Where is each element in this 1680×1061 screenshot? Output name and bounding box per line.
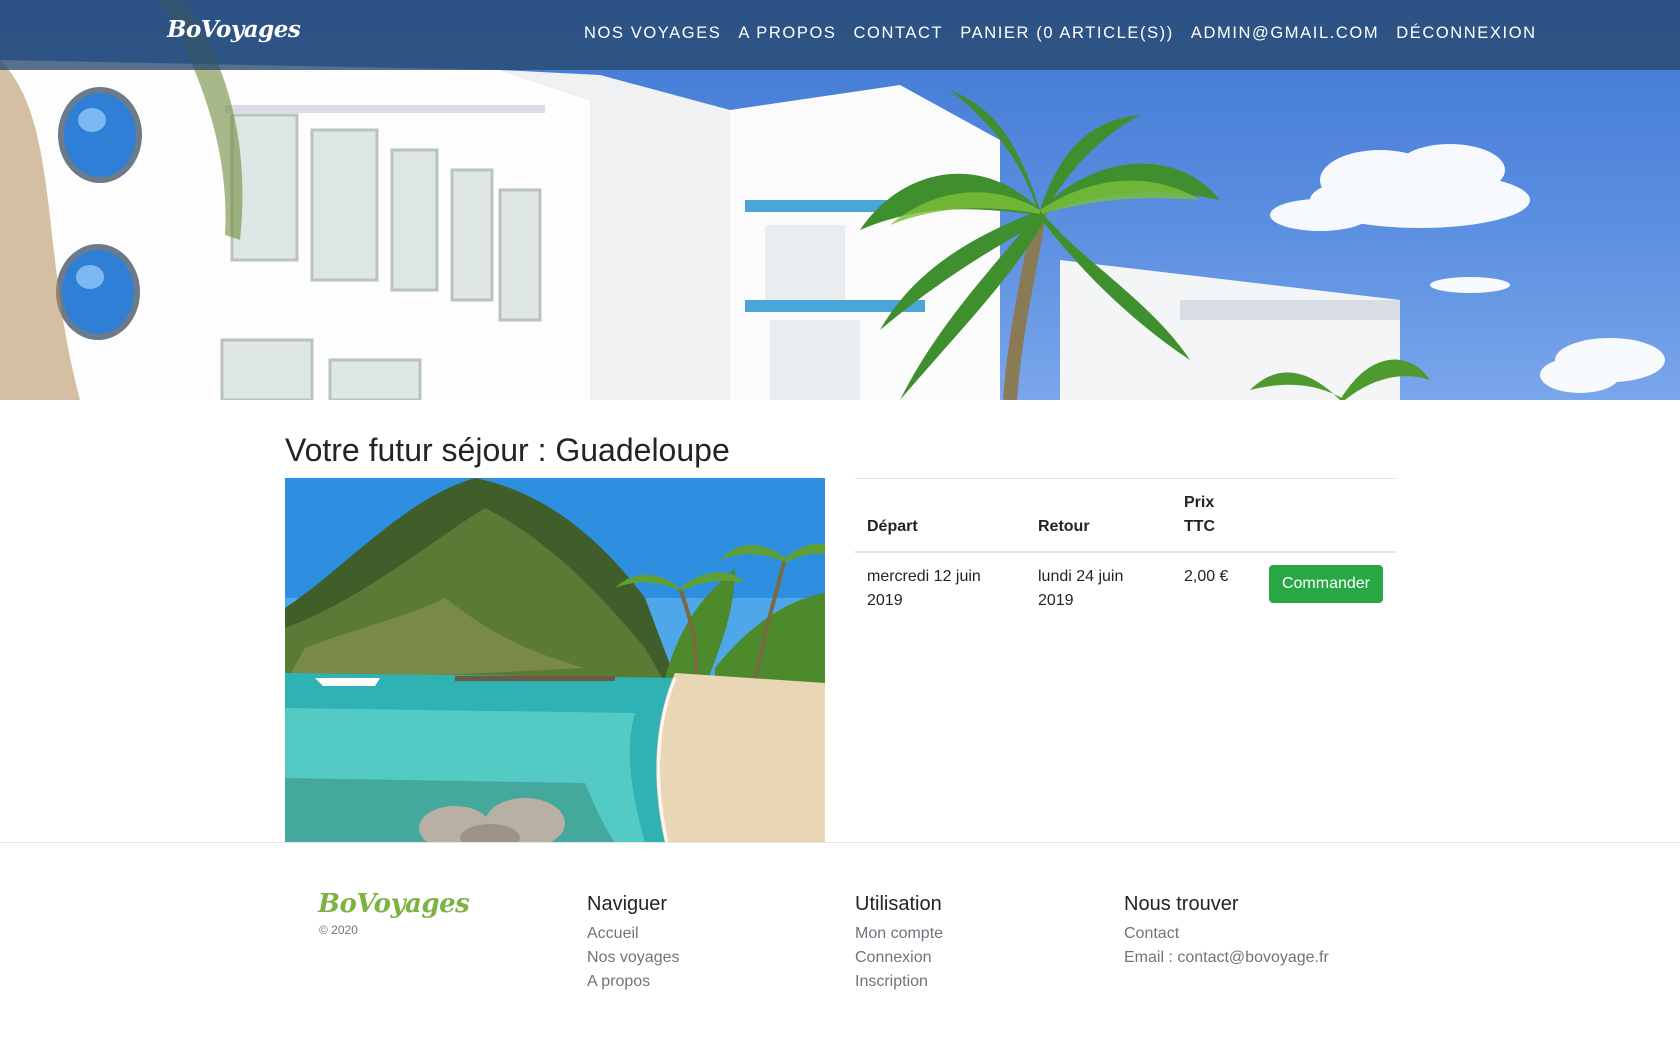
cell-prix: 2,00 € <box>1183 568 1229 585</box>
footer-heading-utilisation: Utilisation <box>855 893 942 915</box>
col-header-action <box>1256 478 1395 553</box>
commander-button[interactable]: Commander <box>1268 565 1383 603</box>
footer-link-a-propos[interactable]: A propos <box>587 970 680 994</box>
footer-link-contact[interactable]: Contact <box>1124 922 1329 946</box>
cell-action: Commander <box>1257 552 1395 625</box>
table-row: mercredi 12 juin 2019 lundi 24 juin 2019… <box>855 552 1395 625</box>
footer-heading-naviguer: Naviguer <box>587 893 668 915</box>
nav-account-email[interactable]: admin@gmail.com <box>1191 24 1379 43</box>
nav-a-propos[interactable]: A propos <box>738 24 836 43</box>
footer-copyright: © 2020 <box>319 923 358 937</box>
footer-link-connexion[interactable]: Connexion <box>855 946 943 970</box>
nav-nos-voyages[interactable]: Nos voyages <box>584 24 721 43</box>
footer-link-mon-compte[interactable]: Mon compte <box>855 922 943 946</box>
footer-link-email[interactable]: Email : contact@bovoyage.fr <box>1124 946 1329 970</box>
navbar: BoVoyages Nos voyages A propos Contact P… <box>0 0 1680 70</box>
table-header-row: Départ Retour Prix TTC <box>855 478 1395 553</box>
footer-brand: BoVoyages <box>318 889 470 919</box>
destination-photo <box>285 478 825 843</box>
nav-links: Nos voyages A propos Contact Panier (0 a… <box>584 24 1537 43</box>
nav-deconnexion[interactable]: Déconnexion <box>1396 24 1536 43</box>
brand-logo[interactable]: BoVoyages <box>167 16 301 43</box>
col-header-retour: Retour <box>1025 478 1172 553</box>
footer: BoVoyages © 2020 Naviguer Accueil Nos vo… <box>0 842 1680 1061</box>
nav-panier[interactable]: Panier (0 article(s)) <box>960 24 1174 43</box>
cell-depart: mercredi 12 juin 2019 <box>867 568 981 609</box>
nav-contact[interactable]: Contact <box>854 24 944 43</box>
page-title: Votre futur séjour : Guadeloupe <box>285 432 730 468</box>
footer-col-utilisation: Utilisation Mon compte Connexion Inscrip… <box>855 893 943 994</box>
footer-col-nous-trouver: Nous trouver Contact Email : contact@bov… <box>1124 893 1329 970</box>
col-header-depart: Départ <box>855 478 1026 553</box>
hero-banner: BoVoyages Nos voyages A propos Contact P… <box>0 0 1680 400</box>
col-header-prix-label: Prix TTC <box>1183 494 1216 535</box>
col-header-prix: Prix TTC <box>1171 478 1257 553</box>
cell-retour: lundi 24 juin 2019 <box>1037 568 1124 609</box>
footer-heading-nous-trouver: Nous trouver <box>1124 893 1239 915</box>
footer-link-nos-voyages[interactable]: Nos voyages <box>587 946 680 970</box>
footer-col-naviguer: Naviguer Accueil Nos voyages A propos <box>587 893 680 994</box>
trips-table: Départ Retour Prix TTC mercredi 12 juin … <box>855 478 1395 625</box>
footer-link-inscription[interactable]: Inscription <box>855 970 943 994</box>
footer-link-accueil[interactable]: Accueil <box>587 922 680 946</box>
